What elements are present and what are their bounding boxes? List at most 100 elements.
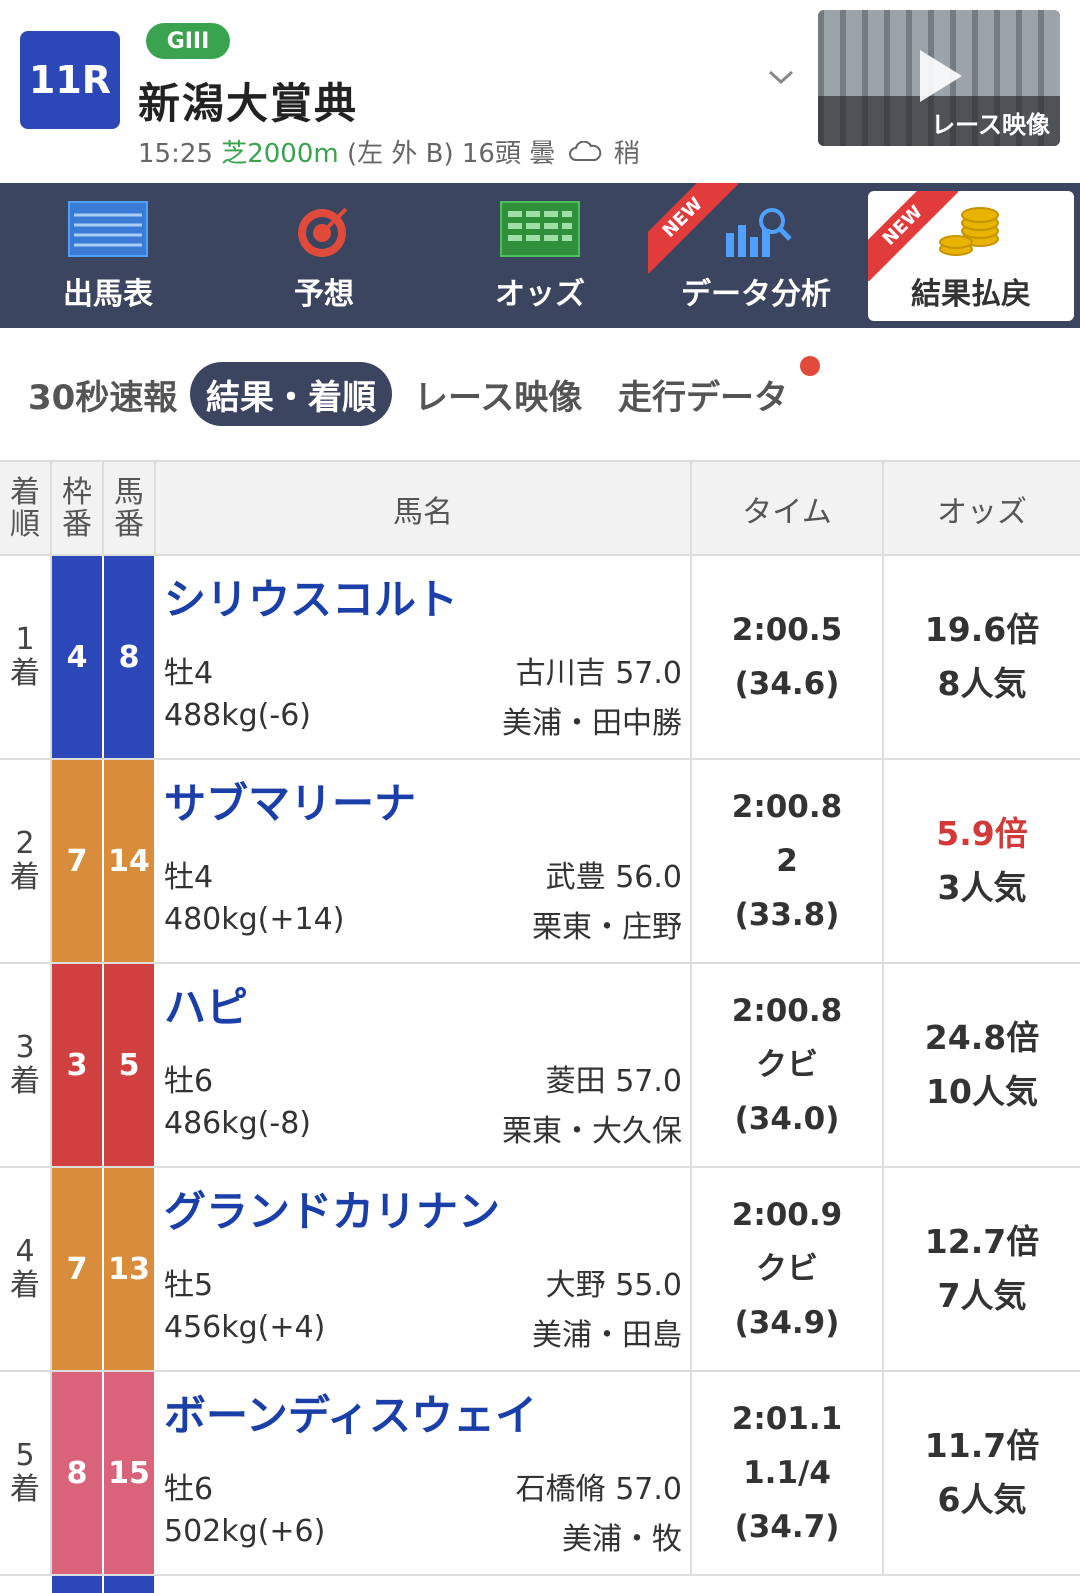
race-video-thumbnail[interactable]: レース映像 [818,10,1060,146]
header-odds: オッズ [937,495,1027,530]
coins-icon [936,199,1006,265]
tab-race-video[interactable]: レース映像 [414,362,582,426]
popularity: 7人気 [937,1276,1027,1315]
last-3f: (33.8) [734,897,840,933]
table-row[interactable]: 3 着 3 5 ハピ 牡6 486kg(-8) 菱田 57.0 栗東・大久保 2:00.8 クビ (3… [0,964,1080,1168]
finish-position: 3着 [0,964,52,1166]
margin: クビ [756,1047,818,1083]
race-info: 15:25 芝2000m (左 外 B) 16頭 曇 稍 [138,133,640,170]
race-direction: (左 外 B) [346,139,454,169]
chart-search-icon [716,201,796,265]
finish-position: 5着 [0,1372,52,1574]
race-weather: 曇 [529,139,556,169]
win-odds: 24.8倍 [924,1018,1040,1057]
race-menu-bar: 出馬表 予想 オッズ NEW データ分析 NEW 結果払戻 [0,183,1080,328]
grade-badge: GIII [146,23,230,59]
horse-number: 8 [104,556,156,758]
tab-results[interactable]: 結果・着順 [190,362,392,426]
horse-number: 5 [104,964,156,1166]
horse-name-link[interactable]: シリウスコルト [164,566,458,627]
horse-name-link[interactable]: サブマリーナ [164,770,416,831]
sex-age: 牡4 [164,656,214,691]
frame-number: 7 [52,1168,104,1370]
header-horse-name: 馬名 [156,462,692,556]
horse-name-link[interactable]: ボーンディスウェイ [164,1382,537,1443]
horse-number: 13 [104,1168,156,1370]
last-3f: (34.6) [734,666,840,702]
jockey-weight: 菱田 57.0 [545,1064,682,1099]
popularity: 10人気 [926,1072,1038,1111]
horse-name-link[interactable]: ハピ [164,974,248,1035]
finish-time: 2:00.8 [731,789,843,825]
table-row-partial [0,1576,1080,1593]
sex-age: 牡6 [164,1064,214,1099]
race-heads: 16頭 [461,139,521,169]
horse-number: 14 [104,760,156,962]
race-title: 新潟大賞典 [138,79,359,128]
race-course: 芝2000m [221,139,339,169]
finish-time: 2:01.1 [731,1401,843,1437]
chevron-down-icon[interactable] [766,62,796,92]
nav-prediction[interactable]: 予想 [216,183,432,328]
frame-number: 3 [52,964,104,1166]
win-odds: 11.7倍 [924,1426,1040,1465]
horse-info: サブマリーナ牡4 480kg(+14) 武豊 56.0 栗東・庄野 [156,760,692,962]
finish-position: 1着 [0,556,52,758]
table-row[interactable]: 4 着 7 13 グランドカリナン 牡5 456kg(+4) 大野 55.0 美浦・田島 2:00… [0,1168,1080,1372]
margin: クビ [756,1251,818,1287]
win-odds: 5.9倍 [936,814,1028,853]
finish-time: 2:00.5 [731,612,843,648]
tab-30sec-report[interactable]: 30秒速報 [28,362,177,426]
last-3f: (34.7) [734,1509,840,1545]
trainer: 美浦・牧 [562,1522,682,1557]
finish-position: 2着 [0,760,52,962]
nav-results-payout[interactable]: NEW 結果払戻 [868,191,1074,321]
popularity: 3人気 [937,868,1027,907]
odds-cell: 24.8倍 10人気 [884,964,1080,1166]
tab-running-data[interactable]: 走行データ [618,362,788,426]
horse-info: ハピ 牡6 486kg(-8) 菱田 57.0 栗東・大久保 [156,964,692,1166]
trainer: 美浦・田島 [532,1318,682,1353]
race-time: 2:00.8 クビ (34.0) [692,964,884,1166]
table-row[interactable]: 2 着 7 14 サブマリーナ牡4 480kg(+14) 武豊 56.0 栗東・庄野 2:00.… [0,760,1080,964]
notification-dot [800,356,820,376]
horse-weight: 480kg(+14) [164,902,345,937]
win-odds: 12.7倍 [924,1222,1040,1261]
win-odds: 19.6倍 [924,610,1040,649]
margin: 2 [776,843,798,879]
trainer: 栗東・大久保 [502,1114,682,1149]
header-rank: 着順 [0,462,52,556]
margin: 1.1/4 [743,1455,831,1491]
track-condition: 稍 [613,139,640,169]
trainer: 栗東・庄野 [532,910,682,945]
race-time: 2:00.9 クビ (34.9) [692,1168,884,1370]
sex-age: 牡6 [164,1472,214,1507]
header-uma: 馬番 [104,462,156,556]
table-row[interactable]: 5 着 8 15 ボーンディスウェイ 牡6 502kg(+6) 石橋脩 57.0 美浦・牧 2:0… [0,1372,1080,1576]
popularity: 8人気 [937,664,1027,703]
race-header: 11R GIII 新潟大賞典 15:25 芝2000m (左 外 B) 16頭 … [0,0,1080,183]
jockey-weight: 武豊 56.0 [545,860,682,895]
table-row[interactable]: 1 着 4 8 シリウスコルト 牡4 488kg(-6) 古川吉 57.0 美浦・田中勝 2:00… [0,556,1080,760]
trainer: 美浦・田中勝 [502,706,682,741]
nav-race-card[interactable]: 出馬表 [0,183,216,328]
cloud-icon [568,140,602,170]
horse-info: グランドカリナン 牡5 456kg(+4) 大野 55.0 美浦・田島 [156,1168,692,1370]
frame-number: 8 [52,1372,104,1574]
result-tabs: 30秒速報 結果・着順 レース映像 走行データ [0,328,1080,460]
finish-position: 4着 [0,1168,52,1370]
nav-odds[interactable]: オッズ [432,183,648,328]
header-time: タイム [692,462,884,556]
race-time: 2:00.5 (34.6) [692,556,884,758]
frame-number: 4 [52,556,104,758]
nav-data-analysis[interactable]: NEW データ分析 [648,183,864,328]
horse-number: 15 [104,1372,156,1574]
horse-info: シリウスコルト 牡4 488kg(-6) 古川吉 57.0 美浦・田中勝 [156,556,692,758]
horse-weight: 456kg(+4) [164,1310,326,1345]
frame-number: 7 [52,760,104,962]
horse-name-link[interactable]: グランドカリナン [164,1178,500,1239]
odds-cell: 5.9倍 3人気 [884,760,1080,962]
sex-age: 牡4 [164,860,214,895]
odds-cell: 19.6倍 8人気 [884,556,1080,758]
finish-time: 2:00.9 [731,1197,843,1233]
